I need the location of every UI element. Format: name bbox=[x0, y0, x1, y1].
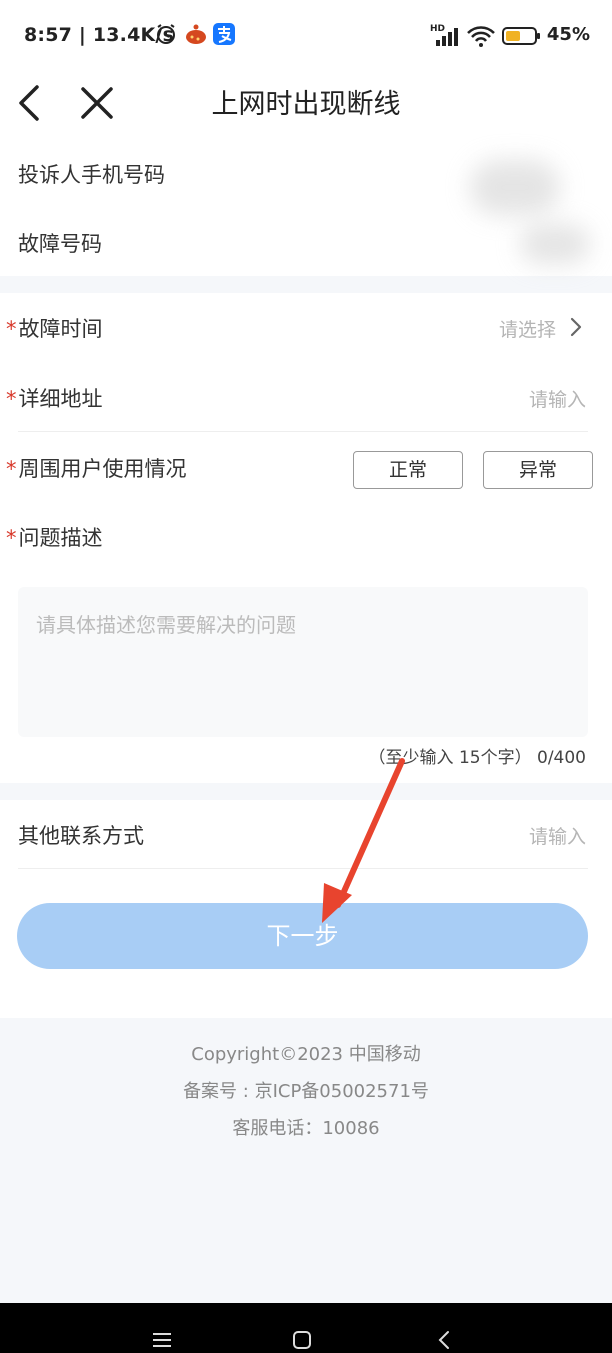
wifi-icon bbox=[467, 26, 495, 47]
phone-label: 投诉人手机号码 bbox=[18, 163, 165, 187]
fault-time-label: 故障时间 bbox=[18, 317, 103, 341]
info-section: 投诉人手机号码 故障号码 bbox=[0, 134, 612, 276]
footer-copyright: Copyright©2023 中国移动 bbox=[191, 1044, 421, 1065]
back-button[interactable] bbox=[4, 78, 54, 128]
redacted-number bbox=[520, 224, 590, 264]
status-bar: 8:57 | 13.4K/s HD 45% bbox=[0, 0, 612, 72]
char-counter-value: 0/400 bbox=[537, 748, 586, 768]
battery-icon bbox=[502, 27, 540, 45]
signal-icon bbox=[436, 28, 458, 46]
neighbors-label: 周围用户使用情况 bbox=[18, 457, 187, 481]
app-icon bbox=[186, 24, 206, 44]
fault-number-label: 故障号码 bbox=[18, 232, 102, 256]
description-label: 问题描述 bbox=[18, 526, 103, 550]
alipay-icon bbox=[213, 23, 235, 45]
required-mark: * bbox=[6, 457, 17, 481]
home-icon[interactable] bbox=[290, 1329, 314, 1351]
option-abnormal-button[interactable]: 异常 bbox=[483, 451, 593, 489]
chevron-right-icon bbox=[570, 317, 582, 337]
contact-row[interactable]: 其他联系方式 请输入 bbox=[0, 800, 612, 868]
required-mark: * bbox=[6, 387, 17, 411]
option-normal-button[interactable]: 正常 bbox=[353, 451, 463, 489]
system-nav-bar bbox=[0, 1303, 612, 1353]
chevron-left-icon bbox=[19, 85, 39, 121]
nav-bar: 上网时出现断线 bbox=[0, 72, 612, 134]
neighbors-row: *周围用户使用情况 正常 异常 bbox=[0, 433, 612, 501]
required-mark: * bbox=[6, 526, 17, 550]
close-button[interactable] bbox=[72, 78, 122, 128]
contact-input[interactable]: 请输入 bbox=[529, 822, 586, 849]
back-nav-icon[interactable] bbox=[434, 1329, 454, 1351]
fault-time-placeholder: 请选择 bbox=[498, 319, 556, 341]
divider bbox=[18, 868, 588, 869]
next-step-button[interactable]: 下一步 bbox=[17, 903, 588, 969]
address-input[interactable]: 请输入 bbox=[529, 385, 586, 412]
address-label: 详细地址 bbox=[18, 387, 103, 411]
divider bbox=[18, 431, 588, 432]
fault-time-row[interactable]: *故障时间 请选择 bbox=[0, 293, 612, 361]
contact-label: 其他联系方式 bbox=[18, 824, 144, 848]
status-time: 8:57 | 13.4K/s bbox=[24, 24, 175, 46]
address-row[interactable]: *详细地址 请输入 bbox=[0, 363, 612, 431]
footer-icp: 备案号 : 京ICP备05002571号 bbox=[183, 1081, 429, 1102]
form-section: *故障时间 请选择 *详细地址 请输入 *周围用户使用情况 正常 异常 *问题描… bbox=[0, 293, 612, 783]
description-textarea[interactable]: 请具体描述您需要解决的问题 bbox=[18, 587, 588, 737]
battery-percent: 45% bbox=[546, 24, 590, 45]
menu-icon[interactable] bbox=[150, 1331, 174, 1349]
close-icon bbox=[81, 87, 113, 119]
alarm-icon bbox=[157, 24, 175, 44]
footer-hotline: 客服电话：10086 bbox=[232, 1118, 380, 1139]
annotation-arrow bbox=[322, 758, 405, 923]
contact-section: 其他联系方式 请输入 下一步 bbox=[0, 800, 612, 1018]
required-mark: * bbox=[6, 317, 17, 341]
redacted-phone bbox=[470, 160, 560, 215]
